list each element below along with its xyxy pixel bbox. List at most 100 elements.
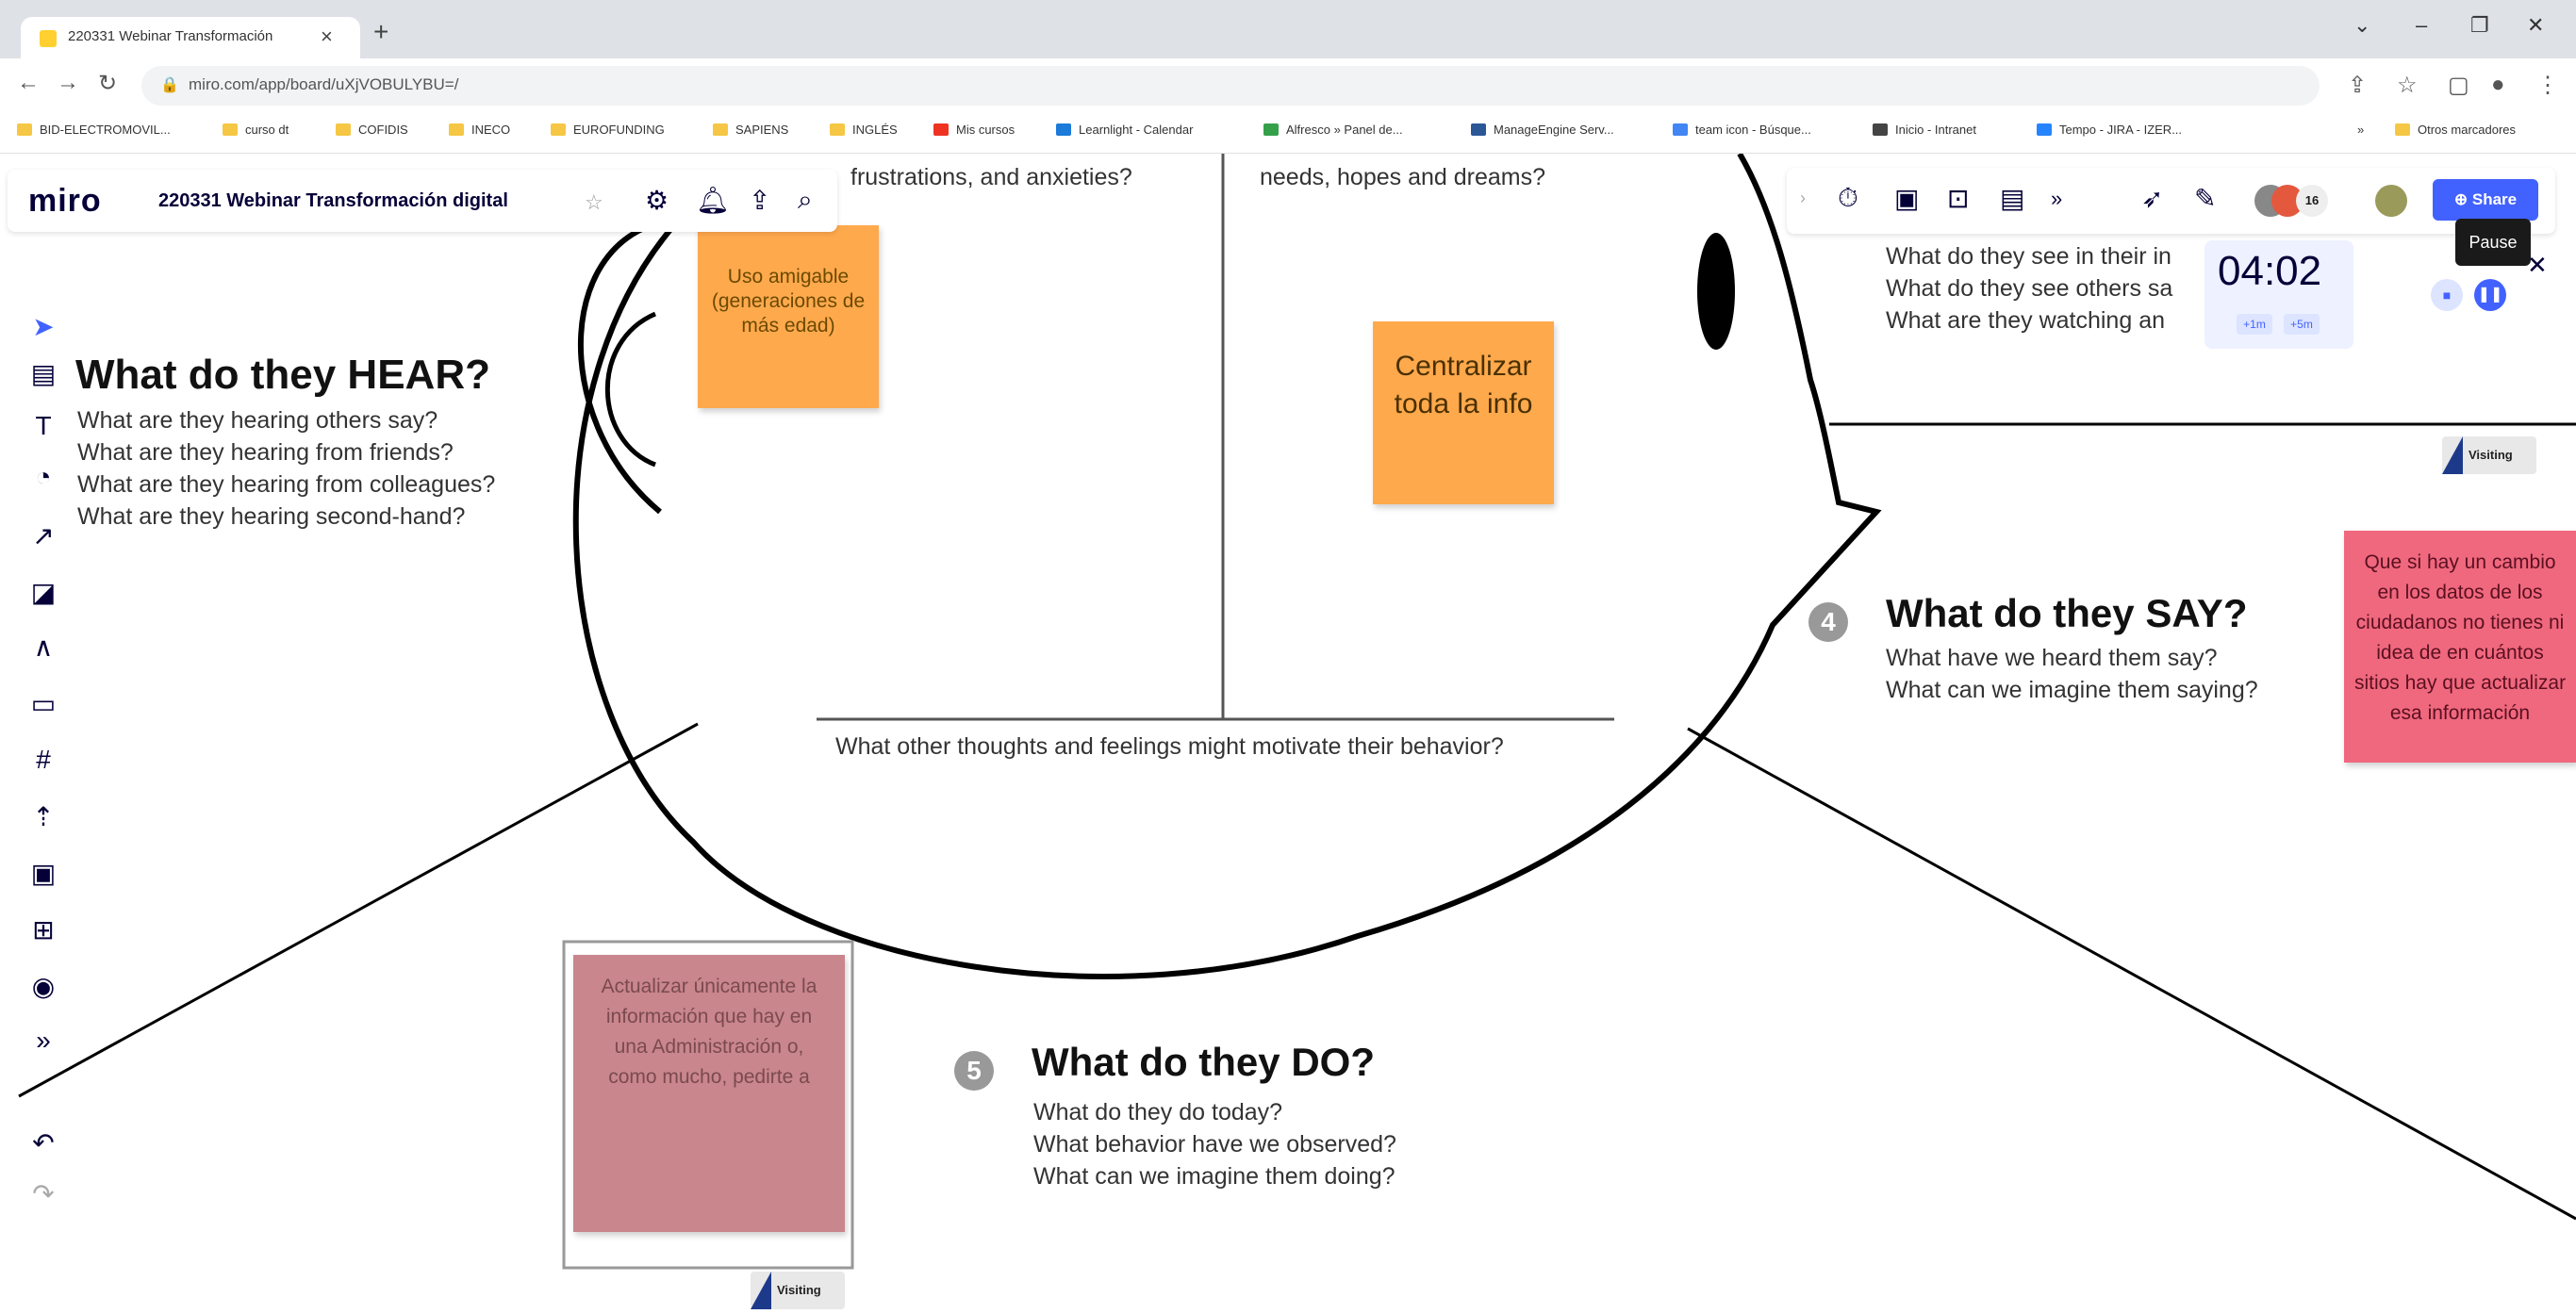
bookmark-item[interactable]: SAPIENS <box>713 123 788 137</box>
bookmark-item[interactable]: Mis cursos <box>933 123 1015 137</box>
hear-title: What do they HEAR? <box>75 352 490 398</box>
eye <box>1697 233 1735 350</box>
star-icon[interactable]: ☆ <box>585 190 603 215</box>
feel-prompt-fragment: needs, hopes and dreams? <box>1260 164 1545 190</box>
bookmark-item[interactable]: curso dt <box>223 123 289 137</box>
bookmark-item[interactable]: Alfresco » Panel de... <box>1263 123 1403 137</box>
back-icon[interactable]: ← <box>17 70 40 96</box>
timer-value: 04:02 <box>2218 248 2322 294</box>
export-upload-icon[interactable]: ⇪ <box>749 185 770 216</box>
close-tab-icon[interactable]: × <box>321 25 333 49</box>
side-panel-icon[interactable]: ▢ <box>2448 72 2469 99</box>
frame-icon[interactable]: # <box>17 745 70 775</box>
cursor-tool-icon[interactable]: ✎ <box>2194 183 2216 214</box>
think-prompt-fragment: frustrations, and anxieties? <box>850 164 1132 190</box>
sticky-note[interactable]: Actualizar únicamente la información que… <box>573 955 845 1232</box>
templates-icon[interactable]: ▤ <box>17 358 70 389</box>
add-one-minute-button[interactable]: +1m <box>2237 314 2272 335</box>
say-do-divider <box>1687 727 2576 1221</box>
tab-search-chevron-icon[interactable]: ⌄ <box>2353 13 2370 38</box>
close-window-icon[interactable]: ✕ <box>2527 13 2544 38</box>
do-question: What can we imagine them doing? <box>1033 1163 1395 1190</box>
miro-board-canvas[interactable]: What do they HEAR? What are they hearing… <box>0 154 2576 1314</box>
bookmark-item[interactable]: Inicio - Intranet <box>1873 123 1976 137</box>
select-cursor-icon[interactable]: ➤ <box>17 311 70 342</box>
miro-favicon-icon <box>40 30 57 47</box>
forward-icon[interactable]: → <box>57 70 79 96</box>
collaboration-toolbar: › ⏱ ▣ ⊡ ▤ » ➶ ✎ 16 ⊕ Share <box>1787 168 2555 234</box>
board-header: miro 220331 Webinar Transformación digit… <box>8 170 837 232</box>
say-question: What have we heard them say? <box>1886 645 2218 671</box>
profile-avatar-icon[interactable]: ● <box>2491 72 2505 98</box>
board-name[interactable]: 220331 Webinar Transformación digital <box>158 190 508 212</box>
more-icon[interactable]: » <box>2051 187 2062 211</box>
url-text[interactable]: miro.com/app/board/uXjVOBULYBU=/ <box>189 75 458 94</box>
bookmark-item[interactable]: BID-ELECTROMOVIL... <box>17 123 171 137</box>
bookmark-star-icon[interactable]: ☆ <box>2397 72 2418 99</box>
card-icon[interactable]: ▣ <box>17 858 70 889</box>
bookmarks-bar: BID-ELECTROMOVIL... curso dt COFIDIS INE… <box>0 113 2576 154</box>
visiting-collaborator-tag: Visiting <box>751 1272 845 1309</box>
upload-icon[interactable]: ⇡ <box>17 801 70 832</box>
notes-icon[interactable]: ▤ <box>2000 183 2024 214</box>
reactions-icon[interactable]: ➶ <box>2141 183 2163 214</box>
table-icon[interactable]: ⊞ <box>17 914 70 945</box>
notifications-bell-icon[interactable]: 🔔︎ <box>696 185 730 216</box>
search-icon[interactable]: ⌕ <box>798 185 813 216</box>
say-title: What do they SAY? <box>1886 591 2248 635</box>
bookmark-item[interactable]: INECO <box>449 123 510 137</box>
shapes-icon[interactable]: ◔ <box>17 462 70 492</box>
collaborator-count-badge[interactable]: 16 <box>2296 185 2328 217</box>
pause-tooltip: Pause <box>2455 219 2531 266</box>
share-page-icon[interactable]: ⇪ <box>2348 72 2367 99</box>
screen-share-icon[interactable]: ⊡ <box>1947 183 1969 214</box>
redo-icon[interactable]: ↷ <box>17 1178 70 1209</box>
new-tab-button[interactable]: + <box>373 17 388 47</box>
miro-logo[interactable]: miro <box>28 183 102 220</box>
browser-menu-icon[interactable]: ⋮ <box>2536 72 2559 99</box>
sticky-note[interactable]: Centralizar toda la info <box>1373 321 1554 504</box>
minimize-icon[interactable]: – <box>2416 13 2427 38</box>
other-bookmarks-folder[interactable]: Otros marcadores <box>2395 123 2516 137</box>
share-button[interactable]: ⊕ Share <box>2433 179 2538 221</box>
tab-title: 220331 Webinar Transformación <box>68 28 273 44</box>
bookmark-item[interactable]: Learnlight - Calendar <box>1056 123 1193 137</box>
sticky-note[interactable]: Que si hay un cambio en los datos de los… <box>2344 531 2576 763</box>
restore-icon[interactable]: ❐ <box>2470 13 2489 38</box>
bookmarks-overflow-icon[interactable]: » <box>2357 123 2364 137</box>
bookmark-item[interactable]: ManageEngine Serv... <box>1471 123 1614 137</box>
say-number-badge: 4 <box>1808 602 1848 642</box>
pause-timer-button[interactable]: ❚❚ <box>2474 279 2506 311</box>
bookmark-item[interactable]: INGLÉS <box>830 123 898 137</box>
visiting-collaborator-tag: Visiting <box>2442 436 2536 474</box>
presentation-icon[interactable]: ▣ <box>1894 183 1919 214</box>
timer-widget: 04:02 +1m +5m <box>2204 240 2353 349</box>
close-timer-icon[interactable]: ✕ <box>2527 251 2548 280</box>
more-tools-icon[interactable]: » <box>17 1026 70 1056</box>
hear-question: What are they hearing second-hand? <box>77 503 466 530</box>
text-tool-icon[interactable]: T <box>17 411 70 441</box>
expand-chevron-icon[interactable]: › <box>1800 189 1806 208</box>
bookmark-item[interactable]: Tempo - JIRA - IZER... <box>2037 123 2182 137</box>
sticky-note[interactable]: Uso amigable (generaciones de más edad) <box>698 225 879 408</box>
sticky-note-icon[interactable]: ◪ <box>17 577 70 608</box>
ear-inner <box>604 311 656 468</box>
timer-icon[interactable]: ⏱ <box>1838 183 1858 214</box>
connection-line-icon[interactable]: ↗ <box>17 520 70 551</box>
bookmark-item[interactable]: team icon - Búsque... <box>1673 123 1811 137</box>
say-question: What can we imagine them saying? <box>1886 677 2258 703</box>
undo-icon[interactable]: ↶ <box>17 1127 70 1158</box>
apps-icon[interactable]: ◉ <box>17 971 70 1002</box>
hear-question: What are they hearing from colleagues? <box>77 471 496 498</box>
bookmark-item[interactable]: EUROFUNDING <box>551 123 665 137</box>
reload-icon[interactable]: ↻ <box>98 70 117 97</box>
address-bar[interactable]: 🔒 miro.com/app/board/uXjVOBULYBU=/ <box>141 66 2320 106</box>
comment-icon[interactable]: ▭ <box>17 688 70 719</box>
pen-icon[interactable]: ∧ <box>17 632 70 663</box>
browser-tab[interactable]: 220331 Webinar Transformación × <box>21 17 360 58</box>
add-five-minutes-button[interactable]: +5m <box>2284 314 2320 335</box>
settings-icon[interactable]: ⚙ <box>645 185 669 216</box>
stop-timer-button[interactable]: ■ <box>2431 279 2463 311</box>
bookmark-item[interactable]: COFIDIS <box>336 123 408 137</box>
own-avatar[interactable] <box>2375 185 2407 217</box>
